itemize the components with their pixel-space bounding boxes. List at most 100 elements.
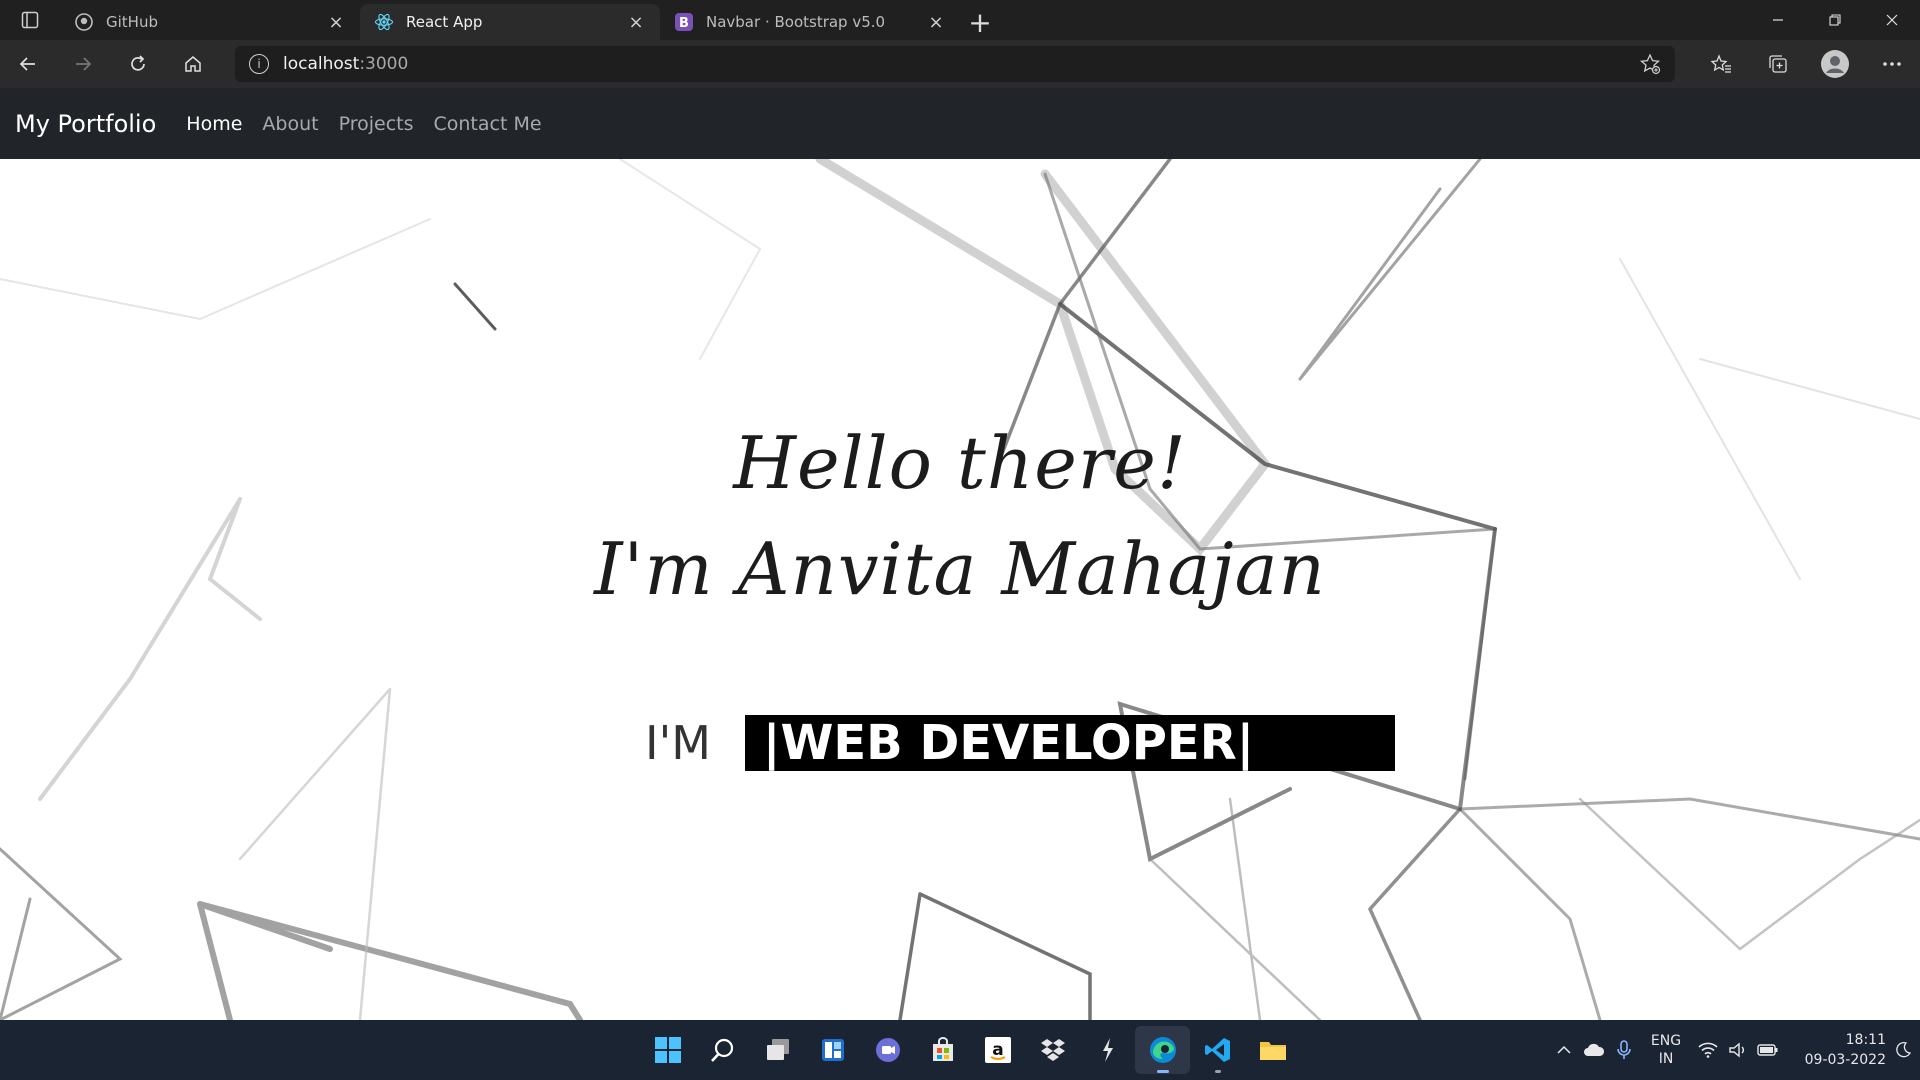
language-region: IN bbox=[1658, 1051, 1674, 1067]
store-icon bbox=[932, 1037, 953, 1061]
dropbox-icon bbox=[1040, 1039, 1065, 1061]
task-view-icon bbox=[766, 1039, 789, 1060]
widgets-icon bbox=[821, 1039, 844, 1061]
vscode-icon bbox=[1204, 1038, 1230, 1062]
onedrive-icon[interactable] bbox=[1579, 1043, 1609, 1057]
hero-name: I'm Anvita Mahajan bbox=[594, 527, 1326, 611]
search-button[interactable] bbox=[695, 1026, 750, 1074]
language-code: ENG bbox=[1650, 1033, 1682, 1049]
nav-link-projects[interactable]: Projects bbox=[339, 113, 414, 135]
nav-link-home[interactable]: Home bbox=[186, 113, 242, 135]
taskbar-apps: a bbox=[640, 1026, 1300, 1074]
collections-icon bbox=[1768, 55, 1787, 73]
task-view-button[interactable] bbox=[750, 1026, 805, 1074]
profile-button[interactable] bbox=[1806, 40, 1863, 88]
dropbox-button[interactable] bbox=[1025, 1026, 1080, 1074]
edge-icon bbox=[1149, 1037, 1176, 1063]
start-button[interactable] bbox=[640, 1026, 695, 1074]
collections-button[interactable] bbox=[1749, 40, 1806, 88]
add-favorite-icon[interactable] bbox=[1639, 53, 1661, 79]
clock-date: 09-03-2022 bbox=[1804, 1052, 1886, 1068]
url-port: :3000 bbox=[359, 54, 409, 74]
wifi-icon[interactable] bbox=[1693, 1042, 1723, 1058]
tab-actions-button[interactable] bbox=[0, 0, 60, 40]
favorites-button[interactable] bbox=[1692, 40, 1749, 88]
start-icon bbox=[654, 1037, 681, 1063]
home-icon bbox=[184, 56, 201, 72]
hero-section: Hello there! I'm Anvita Mahajan I'M |WEB… bbox=[0, 159, 1920, 1020]
input-language-indicator[interactable]: ENG IN bbox=[1639, 1032, 1693, 1068]
nav-link-contact[interactable]: Contact Me bbox=[433, 113, 541, 135]
volume-icon[interactable] bbox=[1723, 1042, 1753, 1058]
minimize-icon bbox=[1772, 19, 1783, 21]
tab-actions-icon bbox=[21, 11, 39, 29]
minimize-button[interactable] bbox=[1749, 0, 1806, 40]
close-tab-icon[interactable]: × bbox=[626, 12, 646, 33]
store-button[interactable] bbox=[915, 1026, 970, 1074]
tab-title: GitHub bbox=[106, 13, 158, 31]
edge-button[interactable] bbox=[1135, 1026, 1190, 1074]
amazon-button[interactable]: a bbox=[970, 1026, 1025, 1074]
address-input[interactable]: i localhost:3000 bbox=[235, 46, 1675, 82]
nav-link-about[interactable]: About bbox=[262, 113, 318, 135]
typewriter-row: I'M |WEB DEVELOPER| bbox=[645, 715, 1395, 771]
tab-github[interactable]: GitHub × bbox=[60, 4, 360, 40]
favorites-icon bbox=[1710, 54, 1731, 73]
window-controls bbox=[1749, 0, 1920, 40]
more-menu-button[interactable] bbox=[1863, 40, 1920, 88]
site-navbar: My Portfolio Home About Projects Contact… bbox=[0, 88, 1920, 159]
close-tab-icon[interactable]: × bbox=[926, 12, 946, 33]
tab-title: React App bbox=[406, 13, 483, 31]
forward-arrow-icon bbox=[75, 57, 91, 71]
home-button[interactable] bbox=[165, 40, 220, 88]
running-indicator bbox=[1215, 1070, 1221, 1073]
back-button[interactable] bbox=[0, 40, 55, 88]
typewriter-prefix: I'M bbox=[645, 716, 711, 770]
amazon-icon: a bbox=[984, 1037, 1011, 1063]
microphone-icon[interactable] bbox=[1609, 1040, 1639, 1060]
toolbar-right bbox=[1692, 40, 1920, 88]
close-icon bbox=[1886, 14, 1897, 26]
clock[interactable]: 18:11 09-03-2022 bbox=[1791, 1030, 1886, 1070]
avatar-icon bbox=[1820, 50, 1849, 78]
more-icon bbox=[1882, 62, 1901, 66]
restore-button[interactable] bbox=[1806, 0, 1863, 40]
back-arrow-icon bbox=[19, 57, 35, 71]
github-icon bbox=[74, 12, 94, 32]
browser-toolbar: i localhost:3000 bbox=[0, 40, 1920, 88]
widgets-button[interactable] bbox=[805, 1026, 860, 1074]
file-explorer-button[interactable] bbox=[1245, 1026, 1300, 1074]
git-kraken-icon bbox=[1102, 1038, 1113, 1062]
svg-text:B: B bbox=[679, 16, 689, 31]
refresh-icon bbox=[130, 55, 145, 71]
restore-icon bbox=[1828, 14, 1841, 26]
tab-bootstrap-navbar[interactable]: B Navbar · Bootstrap v5.0 × bbox=[660, 4, 960, 40]
tab-react-app[interactable]: React App × bbox=[360, 4, 660, 40]
focus-assist-moon-icon[interactable] bbox=[1886, 1042, 1920, 1058]
git-kraken-button[interactable] bbox=[1080, 1026, 1135, 1074]
url-host: localhost bbox=[283, 54, 360, 74]
show-hidden-icons-chevron-icon[interactable] bbox=[1549, 1045, 1579, 1055]
clock-time: 18:11 bbox=[1845, 1032, 1886, 1048]
search-icon bbox=[710, 1038, 733, 1062]
close-window-button[interactable] bbox=[1863, 0, 1920, 40]
refresh-button[interactable] bbox=[110, 40, 165, 88]
site-info-icon[interactable]: i bbox=[249, 54, 269, 74]
forward-button[interactable] bbox=[55, 40, 110, 88]
new-tab-button[interactable]: + bbox=[960, 4, 1000, 40]
react-icon bbox=[374, 12, 394, 32]
tab-title: Navbar · Bootstrap v5.0 bbox=[706, 13, 886, 31]
svg-text:a: a bbox=[992, 1040, 1003, 1060]
battery-icon[interactable] bbox=[1753, 1043, 1783, 1057]
navbar-brand[interactable]: My Portfolio bbox=[15, 110, 156, 138]
bootstrap-icon: B bbox=[674, 12, 694, 32]
running-indicator bbox=[1157, 1070, 1169, 1073]
system-tray: ENG IN 18:11 09-03-2022 bbox=[1549, 1020, 1920, 1080]
teams-chat-icon bbox=[875, 1038, 900, 1062]
browser-tab-strip: GitHub × React App × B Navbar · Bootstra… bbox=[0, 0, 1920, 40]
windows-taskbar: a ENG IN 18:11 09-03-2022 bbox=[0, 1020, 1920, 1080]
close-tab-icon[interactable]: × bbox=[326, 12, 346, 33]
typewriter-text: |WEB DEVELOPER| bbox=[744, 715, 1395, 771]
teams-chat-button[interactable] bbox=[860, 1026, 915, 1074]
vscode-button[interactable] bbox=[1190, 1026, 1245, 1074]
